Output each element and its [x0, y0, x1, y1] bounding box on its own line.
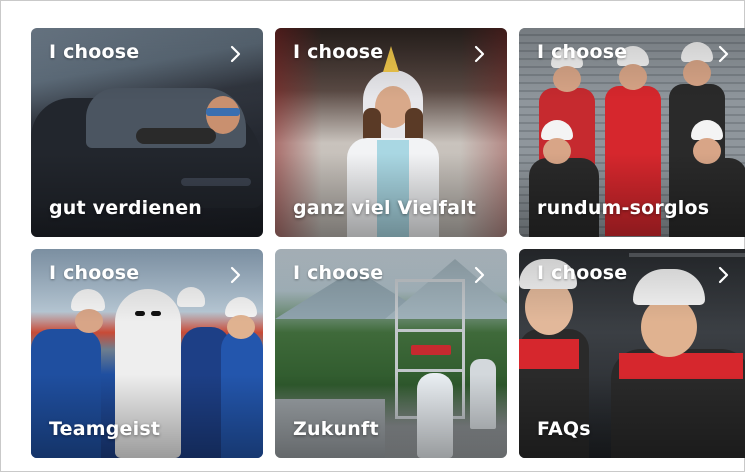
tile-title: Teamgeist	[49, 418, 161, 440]
tile-zukunft[interactable]: I choose Zukunft	[275, 249, 507, 458]
tile-kicker: I choose	[537, 262, 628, 284]
tile-kicker: I choose	[293, 41, 384, 63]
chevron-right-icon	[718, 45, 729, 63]
chevron-right-icon	[474, 45, 485, 63]
tile-faqs[interactable]: I choose FAQs	[519, 249, 745, 458]
chevron-right-icon	[474, 266, 485, 284]
tile-ganz-viel-vielfalt[interactable]: I choose ganz viel Vielfalt	[275, 28, 507, 237]
tile-kicker: I choose	[49, 262, 140, 284]
tile-title: Zukunft	[293, 418, 379, 440]
tile-title: rundum-sorglos	[537, 197, 710, 219]
tile-title: FAQs	[537, 418, 591, 440]
tile-grid: I choose gut verdienen I choose ganz vie…	[0, 0, 745, 472]
tile-kicker: I choose	[537, 41, 628, 63]
tile-title: gut verdienen	[49, 197, 203, 219]
tile-teamgeist[interactable]: I choose Teamgeist	[31, 249, 263, 458]
chevron-right-icon	[230, 266, 241, 284]
chevron-right-icon	[718, 266, 729, 284]
chevron-right-icon	[230, 45, 241, 63]
tile-rundum-sorglos[interactable]: I choose rundum-sorglos	[519, 28, 745, 237]
tile-title: ganz viel Vielfalt	[293, 197, 477, 219]
tile-kicker: I choose	[293, 262, 384, 284]
tile-gut-verdienen[interactable]: I choose gut verdienen	[31, 28, 263, 237]
tile-kicker: I choose	[49, 41, 140, 63]
